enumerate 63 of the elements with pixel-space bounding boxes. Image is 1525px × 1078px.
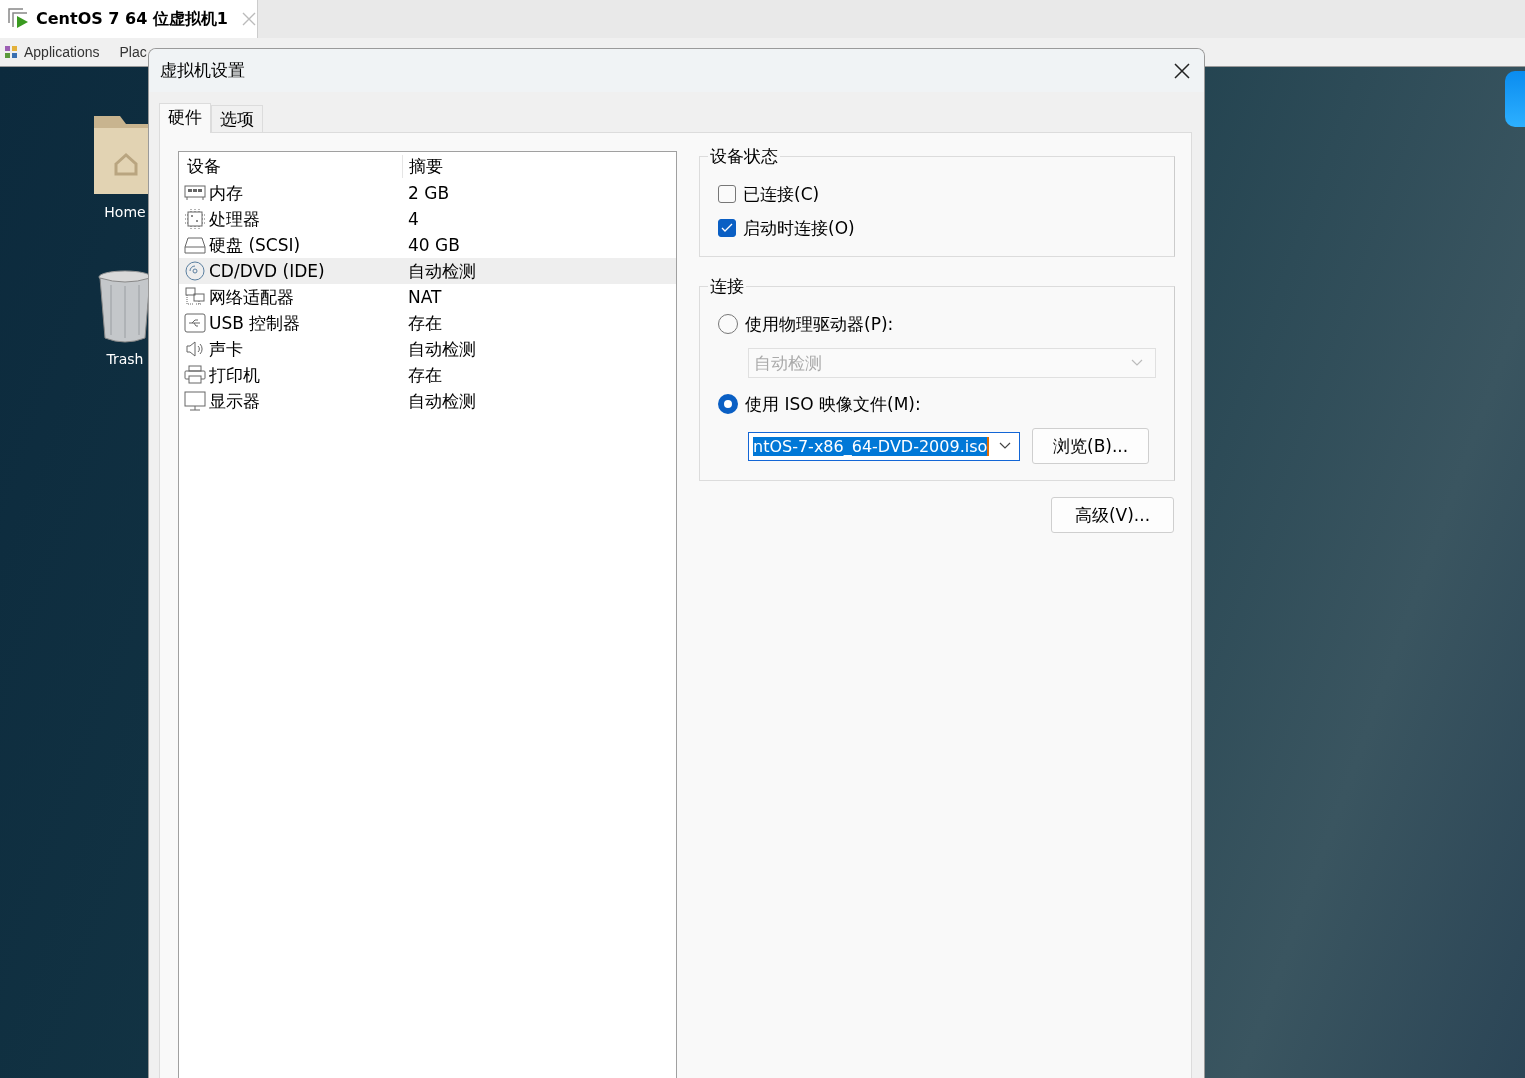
device-name: USB 控制器 — [209, 311, 301, 335]
group-title: 连接 — [709, 275, 745, 298]
device-summary: 2 GB — [407, 183, 451, 203]
device-name: 网络适配器 — [209, 285, 294, 309]
tab[interactable]: 选项 — [211, 105, 263, 132]
desktop-icon-label[interactable]: Home — [104, 204, 146, 220]
device-name: 处理器 — [209, 207, 260, 231]
memory-icon — [184, 183, 206, 203]
radio-label[interactable]: 使用物理驱动器(P): — [745, 312, 894, 336]
device-summary: 存在 — [407, 363, 443, 387]
top-bar-menu[interactable]: Plac — [119, 44, 147, 60]
device-row[interactable]: USB 控制器 存在 — [179, 310, 676, 336]
radio-button[interactable] — [718, 394, 738, 414]
device-row[interactable]: 网络适配器 NAT — [179, 284, 676, 310]
device-name: 硬盘 (SCSI) — [209, 233, 301, 257]
radio-label[interactable]: 使用 ISO 映像文件(M): — [745, 392, 921, 416]
device-name: 内存 — [209, 181, 243, 205]
device-row[interactable]: 处理器 4 — [179, 206, 676, 232]
device-summary: 自动检测 — [407, 389, 477, 413]
device-name: 声卡 — [209, 337, 243, 361]
checkbox-label[interactable]: 启动时连接(O) — [743, 216, 855, 240]
cdrom-icon — [184, 261, 206, 281]
column-header[interactable]: 设备 — [179, 155, 402, 178]
browse-button[interactable]: 浏览(B)... — [1032, 428, 1150, 464]
desktop-icon-label[interactable]: Trash — [106, 351, 144, 367]
close-icon[interactable] — [1174, 62, 1190, 79]
chevron-down-icon — [1131, 359, 1143, 367]
vm-play-icon — [8, 8, 30, 30]
top-bar-menu[interactable]: Applications — [24, 44, 100, 60]
device-row[interactable]: 显示器 自动检测 — [179, 388, 676, 414]
usb-icon — [184, 313, 206, 333]
device-summary: 存在 — [407, 311, 443, 335]
dialog-title: 虚拟机设置 — [160, 59, 245, 82]
device-name: 显示器 — [209, 389, 260, 413]
app-menu-icon — [4, 45, 18, 59]
network-icon — [184, 287, 206, 307]
processor-icon — [184, 209, 206, 229]
tab[interactable]: 硬件 — [159, 103, 211, 133]
check-icon — [721, 223, 733, 233]
device-summary: NAT — [407, 287, 443, 307]
device-name: 打印机 — [209, 363, 260, 387]
device-row[interactable]: 打印机 存在 — [179, 362, 676, 388]
column-header[interactable]: 摘要 — [402, 155, 676, 178]
chevron-down-icon — [999, 442, 1011, 450]
printer-icon — [184, 365, 206, 385]
iso-path-combobox[interactable]: ntOS-7-x86_64-DVD-2009.iso — [748, 431, 1020, 461]
group-title: 设备状态 — [709, 145, 779, 168]
checkbox-label[interactable]: 已连接(C) — [743, 182, 820, 206]
checkbox[interactable] — [718, 185, 736, 203]
device-summary: 4 — [407, 209, 420, 229]
advanced-button[interactable]: 高级(V)... — [1051, 497, 1174, 533]
sound-icon — [184, 339, 206, 359]
device-summary: 自动检测 — [407, 259, 477, 283]
device-summary: 40 GB — [407, 235, 461, 255]
device-row[interactable]: 硬盘 (SCSI) 40 GB — [179, 232, 676, 258]
display-icon — [184, 391, 206, 411]
checkbox[interactable] — [718, 219, 736, 237]
radio-button[interactable] — [718, 314, 738, 334]
device-row[interactable]: CD/DVD (IDE) 自动检测 — [179, 258, 676, 284]
device-row[interactable]: 内存 2 GB — [179, 180, 676, 206]
device-name: CD/DVD (IDE) — [209, 261, 325, 281]
device-row[interactable]: 声卡 自动检测 — [179, 336, 676, 362]
device-summary: 自动检测 — [407, 337, 477, 361]
